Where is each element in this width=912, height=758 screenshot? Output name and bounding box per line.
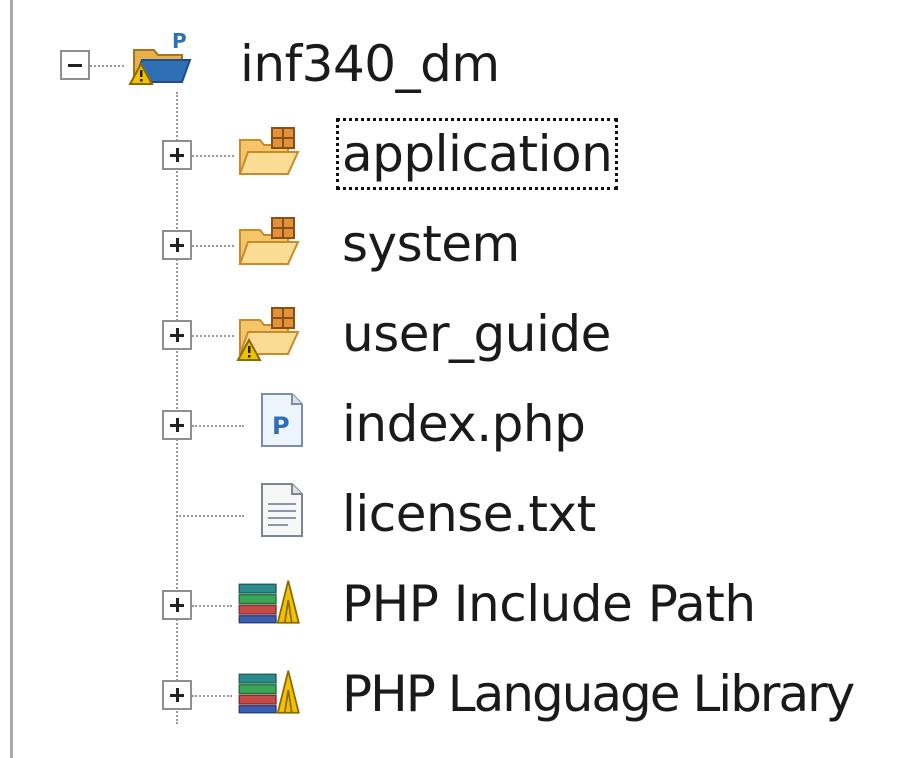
package-folder-icon: [238, 217, 300, 265]
tree-item-label: inf340_dm: [240, 35, 500, 93]
collapse-toggle[interactable]: [60, 50, 90, 80]
tree-item-label: license.txt: [342, 485, 596, 543]
expand-toggle[interactable]: [162, 320, 192, 350]
package-folder-warning-icon: [236, 307, 300, 361]
tree-guide-line: [192, 695, 232, 697]
tree-guide-line: [192, 155, 234, 157]
expand-toggle[interactable]: [162, 680, 192, 710]
tree-guide-line: [192, 605, 232, 607]
tree-guide-line: [90, 65, 124, 67]
library-icon: [238, 670, 300, 714]
tree-guide-line: [192, 335, 234, 337]
php-project-warning-icon: P: [128, 29, 192, 85]
php-file-icon: P: [261, 393, 303, 447]
text-file-icon: [261, 483, 303, 537]
tree-item-label: PHP Language Library: [342, 665, 855, 723]
project-explorer-tree: P inf340_dm application system user_guid…: [0, 0, 912, 758]
tree-guide-line: [176, 515, 244, 517]
svg-text:P: P: [272, 412, 290, 440]
svg-text:P: P: [172, 29, 187, 53]
expand-toggle[interactable]: [162, 590, 192, 620]
tree-item-label: index.php: [342, 395, 586, 453]
tree-item-php-include-path[interactable]: PHP Include Path: [0, 562, 912, 642]
package-folder-icon: [238, 127, 300, 175]
tree-item-index-php[interactable]: P index.php: [0, 382, 912, 462]
tree-item-label: application: [335, 118, 619, 190]
library-icon: [238, 580, 300, 624]
tree-guide-line: [192, 245, 234, 247]
tree-item-application[interactable]: application: [0, 112, 912, 192]
tree-item-label: PHP Include Path: [342, 575, 756, 633]
tree-item-label: user_guide: [342, 305, 611, 363]
tree-item-php-language-library[interactable]: PHP Language Library: [0, 652, 912, 732]
tree-item-user-guide[interactable]: user_guide: [0, 292, 912, 372]
expand-toggle[interactable]: [162, 230, 192, 260]
expand-toggle[interactable]: [162, 140, 192, 170]
expand-toggle[interactable]: [162, 410, 192, 440]
tree-guide-line: [192, 425, 244, 427]
tree-item-label: system: [342, 215, 520, 273]
tree-item-system[interactable]: system: [0, 202, 912, 282]
tree-item-license-txt[interactable]: license.txt: [0, 472, 912, 552]
tree-root-row[interactable]: P inf340_dm: [0, 22, 912, 102]
